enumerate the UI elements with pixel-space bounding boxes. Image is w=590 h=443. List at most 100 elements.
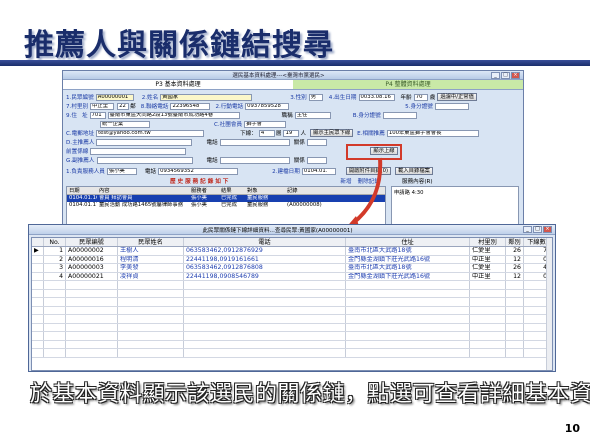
grid-empty-cell [44, 315, 66, 323]
grid-empty-cell [32, 306, 44, 314]
gender-select[interactable]: 男 [308, 93, 323, 101]
relation3-field[interactable] [306, 156, 327, 164]
name-field[interactable]: 黃國家 [160, 93, 253, 101]
form-row-5: C.電郵地址 test@yahoo.com.tw 下線： 4 層 19 人 顯示… [66, 129, 479, 137]
phone2-field[interactable] [219, 138, 290, 146]
grid-column-header[interactable]: 電話 [184, 238, 346, 246]
downline-level-field: 4 [258, 129, 275, 137]
grid-empty-cell [66, 281, 118, 289]
grid-empty-cell [506, 289, 524, 297]
import-file-button[interactable]: 載入目錄檔案 [395, 167, 433, 175]
create-date-field[interactable]: 0104.01. [301, 167, 336, 175]
zip-field[interactable]: 701 [89, 111, 106, 119]
grid-row[interactable]: 3 A00000003 李美發 063583462,0912876808 臺南市北區大武… [32, 264, 552, 273]
grid-empty-cell [346, 349, 470, 357]
grid-row[interactable]: ▶ 1 A00000002 王樹人 063583462,0912876929 臺南市北區大… [32, 247, 552, 256]
grid-empty-cell [506, 315, 524, 323]
email-field[interactable]: test@yahoo.com.tw [96, 129, 205, 137]
contact-phone-field[interactable]: 0934569352 [158, 167, 239, 175]
grid-cell-addr: 臺南市北區大武路18號 [346, 247, 470, 255]
grid-column-header[interactable]: 住址 [346, 238, 470, 246]
address-label-2: 址 [81, 113, 88, 119]
row-selector[interactable] [32, 264, 44, 272]
phone3-label: 電話 [206, 158, 218, 164]
household-field[interactable] [382, 111, 417, 119]
slide-title: 推薦人與關係鏈結搜尋 [24, 28, 334, 63]
grid-cell-village: 仁愛里 [470, 264, 506, 272]
relation2-field[interactable] [306, 138, 327, 146]
grid-cell-phone: 063583462,0912876808 [184, 264, 346, 272]
relation2-label: 關係 [293, 140, 305, 146]
popup-maximize-button[interactable]: □ [533, 226, 542, 233]
grid-empty-cell [32, 281, 44, 289]
grid-cell-addr: 臺南市北區大武路18號 [346, 264, 470, 272]
grid-empty-row [32, 340, 552, 349]
birth-field[interactable]: 0033.08.16 [358, 93, 395, 101]
status-button[interactable]: 過濾中/正常值 [437, 93, 477, 101]
grid-row[interactable]: 2 A00000016 程明清 22441198,0919161661 金門縣金湖鎮下莊… [32, 255, 552, 264]
grid-empty-cell [506, 298, 524, 306]
downline-count-field: 19 [283, 129, 300, 137]
tab-bar: P3 基本資料處理 P4 整體資料處理 [63, 80, 523, 90]
show-downline-button[interactable]: 顯示主民眾下線 [310, 129, 354, 137]
grid-empty-cell [470, 340, 506, 348]
grid-column-header[interactable]: 民眾姓名 [118, 238, 184, 246]
voter-no-field[interactable]: A00000001 [95, 93, 134, 101]
slide-caption: 於基本資料顯示該選民的關係鏈，點選可查看詳細基本資料 [30, 382, 590, 407]
id-field[interactable] [434, 102, 469, 110]
minimize-button[interactable]: _ [491, 71, 500, 79]
phone3-field[interactable] [219, 156, 290, 164]
grid-scrollbar[interactable] [546, 238, 552, 370]
service-content-item[interactable]: 申請路 4:30 [394, 188, 516, 196]
email-label: C.電郵地址 [66, 131, 95, 137]
grid-column-header[interactable]: 民眾編號 [66, 238, 118, 246]
grid-cell-no: 1 [44, 247, 66, 255]
group-field[interactable]: 獅子會 [244, 120, 287, 128]
village-field[interactable]: 中正里 [90, 102, 115, 110]
history-cell: 會員 拜訪會員 [99, 195, 133, 201]
form-row-6: D.主推薦人 電話 關係 [66, 138, 327, 146]
grid-row[interactable]: 4 A00000021 凌祥貞 22441198,0908546789 金門縣金湖鎮下莊… [32, 272, 552, 281]
row-selector[interactable] [32, 255, 44, 263]
form-row-4: 統一企業 C.社團會員 獅子會 [66, 120, 287, 128]
grid-column-header[interactable]: 村里別 [470, 238, 506, 246]
contact-person-field[interactable]: 張小美 [106, 167, 137, 175]
grid-cell-name: 程明清 [118, 255, 184, 263]
grid-column-header[interactable] [32, 238, 44, 246]
grid-empty-cell [32, 323, 44, 331]
home-phone-field[interactable]: 22396548 [170, 102, 211, 110]
history-row[interactable]: 0104.01.17 童民活動 成功路1465號屬律師事務 張小美 已完成 童民服務 (A… [67, 202, 385, 209]
secondary-referrer-label: G.副推薦人 [66, 158, 95, 164]
row-selector[interactable]: ▶ [32, 247, 44, 255]
history-cell: 童民服務 [247, 195, 269, 201]
secondary-referrer-field[interactable] [96, 156, 193, 164]
grid-empty-cell [346, 306, 470, 314]
create-date-label: 2.建檔日期 [272, 169, 300, 175]
grid-empty-cell [470, 298, 506, 306]
tab-basic-data[interactable]: P3 基本資料處理 [63, 80, 293, 89]
history-row[interactable]: 0104.01.16 會員 拜訪會員 張小美 已完成 童民服務 [67, 195, 385, 202]
row-selector[interactable] [32, 272, 44, 280]
maximize-button[interactable]: □ [501, 71, 510, 79]
name-label: 2.姓名 [141, 95, 159, 101]
window-titlebar: 選民基本資料處理---<臺灣市黨選民> _ □ × [63, 71, 523, 80]
grid-empty-cell [184, 306, 346, 314]
grid-cell-name: 凌祥貞 [118, 272, 184, 280]
popup-minimize-button[interactable]: _ [523, 226, 532, 233]
grid-empty-cell [506, 281, 524, 289]
grid-column-header[interactable]: 鄰別 [506, 238, 524, 246]
relation-field[interactable]: 100年東區獅子會會長 [386, 129, 479, 137]
mobile-field[interactable]: 0937859528 [245, 102, 290, 110]
address-field[interactable]: 臺南市東區大同路2段13號臺南市成功路4巷 [107, 111, 240, 119]
tab-overall-data[interactable]: P4 整體資料處理 [293, 80, 523, 89]
grid-empty-cell [32, 298, 44, 306]
previous-line-field[interactable] [90, 147, 187, 155]
job-title-field[interactable]: 主任 [294, 111, 331, 119]
close-button[interactable]: × [511, 71, 520, 79]
affiliate-field[interactable] [96, 138, 193, 146]
grid-column-header[interactable]: No. [44, 238, 66, 246]
popup-close-button[interactable]: × [543, 226, 552, 233]
company-field[interactable]: 統一企業 [100, 120, 150, 128]
grid-empty-cell [346, 323, 470, 331]
neighbor-field[interactable]: 22 [117, 102, 130, 110]
